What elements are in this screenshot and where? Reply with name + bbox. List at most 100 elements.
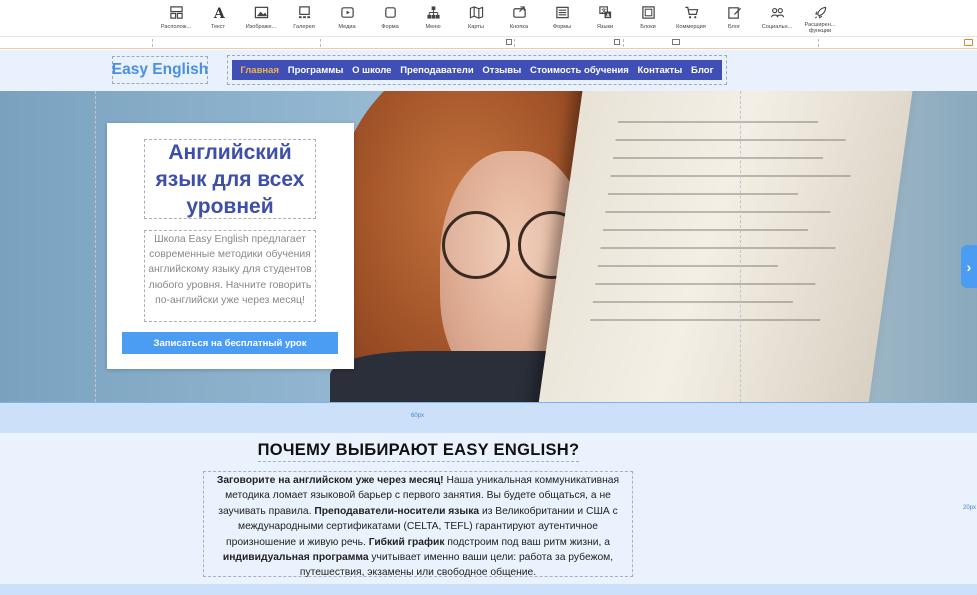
- map-icon: [469, 6, 483, 19]
- toolbar-commerce-button[interactable]: Коммерция: [668, 3, 714, 35]
- toolbar-label: Формы: [552, 24, 572, 30]
- menu-icon: [426, 6, 440, 19]
- toolbar-blocks-button[interactable]: Блоки: [625, 3, 671, 35]
- why-text-part: подстроим под ваш ритм жизни, а: [444, 536, 610, 548]
- hero-section[interactable]: Английский язык для всех уровней Школа E…: [0, 91, 977, 402]
- cart-icon: [684, 6, 698, 19]
- ruler-tick: [152, 39, 153, 47]
- nav-item-blog[interactable]: Блог: [691, 65, 714, 76]
- book-text-line: [602, 229, 809, 231]
- section-bottom-padding: [0, 584, 977, 595]
- editor-toolbar: Располож... A Текст Изображе... Галерея …: [0, 0, 977, 37]
- toolbar-menu-button[interactable]: Меню: [410, 3, 456, 35]
- why-section-inner: ПОЧЕМУ ВЫБИРАЮТ EASY ENGLISH? Заговорите…: [0, 433, 977, 584]
- highlight-flexible-schedule: Гибкий график: [368, 536, 445, 548]
- toolbar-languages-button[interactable]: 文A Языки: [582, 3, 628, 35]
- section-spacing[interactable]: 60px: [0, 402, 977, 433]
- toolbar-label: Текст: [210, 24, 226, 30]
- toolbar-button-button[interactable]: Кнопка: [496, 3, 542, 35]
- toolbar-label: Коммерция: [676, 24, 706, 30]
- ruler-tick: [818, 39, 819, 47]
- book-text-line: [607, 193, 799, 195]
- nav-item-programs[interactable]: Программы: [288, 65, 344, 76]
- site-logo[interactable]: Easy English: [112, 56, 208, 84]
- why-title-text: ПОЧЕМУ ВЫБИРАЮТ EASY ENGLISH?: [257, 441, 580, 462]
- gallery-icon: [298, 6, 310, 19]
- highlight-fast-speaking: Заговорите на английском уже через месяц…: [216, 475, 444, 486]
- toolbar-image-button[interactable]: Изображе...: [238, 3, 284, 35]
- shape-icon: [384, 7, 396, 18]
- nav-item-reviews[interactable]: Отзывы: [482, 65, 521, 76]
- toolbar-label: Блог: [727, 24, 741, 30]
- blocks-icon: [641, 6, 655, 19]
- nav-item-pricing[interactable]: Стоимость обучения: [530, 65, 629, 76]
- free-lesson-button[interactable]: Записаться на бесплатный урок: [122, 332, 338, 354]
- nav-item-home[interactable]: Главная: [240, 65, 279, 76]
- toolbar-advanced-button[interactable]: Расширен... функции: [797, 3, 843, 35]
- book-text-line: [610, 175, 851, 177]
- toolbar-label: Располож...: [160, 24, 192, 30]
- toolbar-gallery-button[interactable]: Галерея: [281, 3, 327, 35]
- spacing-label: 60px: [411, 413, 425, 419]
- toolbar-layout-button[interactable]: Располож...: [153, 3, 199, 35]
- padding-label: 20px: [963, 505, 977, 511]
- laptop-breakpoint-icon[interactable]: [672, 39, 680, 45]
- why-description[interactable]: Заговорите на английском уже через месяц…: [203, 471, 633, 578]
- toolbar-map-button[interactable]: Карты: [453, 3, 499, 35]
- toolbar-forms-button[interactable]: Формы: [539, 3, 585, 35]
- layout-guide: [95, 91, 96, 402]
- layout-icon: [169, 6, 183, 19]
- why-section[interactable]: ПОЧЕМУ ВЫБИРАЮТ EASY ENGLISH? Заговорите…: [0, 433, 977, 595]
- hero-photo-book: [536, 91, 914, 402]
- toolbar-label: Социальн...: [761, 24, 793, 30]
- hero-description[interactable]: Школа Easy English предлагает современны…: [144, 230, 316, 322]
- book-text-line: [605, 211, 831, 213]
- book-text-line: [617, 121, 819, 123]
- hero-card[interactable]: Английский язык для всех уровней Школа E…: [107, 123, 354, 369]
- ruler-tick: [320, 39, 321, 47]
- rocket-icon: [814, 6, 826, 19]
- toolbar-shape-button[interactable]: Форма: [367, 3, 413, 35]
- text-icon: A: [212, 6, 225, 20]
- breakpoint-ruler: [0, 37, 977, 49]
- social-icon: [770, 7, 784, 18]
- form-icon: [555, 6, 569, 19]
- toolbar-label: Меню: [425, 24, 441, 30]
- toolbar-label: Карты: [468, 24, 484, 30]
- book-text-line: [615, 139, 846, 141]
- nav-item-contacts[interactable]: Контакты: [638, 65, 683, 76]
- layout-guide: [740, 91, 741, 402]
- nav-item-about[interactable]: О школе: [352, 65, 391, 76]
- site-header: Easy English Главная Программы О школе П…: [0, 50, 977, 91]
- toolbar-label: Блоки: [640, 24, 656, 30]
- toolbar-text-button[interactable]: A Текст: [195, 3, 241, 35]
- desktop-breakpoint-icon[interactable]: [964, 39, 973, 46]
- toolbar-social-button[interactable]: Социальн...: [754, 3, 800, 35]
- book-text-line: [590, 319, 821, 321]
- svg-text:A: A: [606, 13, 610, 19]
- book-text-line: [597, 265, 779, 267]
- hero-title[interactable]: Английский язык для всех уровней: [144, 139, 316, 219]
- ruler-tick: [514, 39, 515, 47]
- mobile-breakpoint-icon[interactable]: [506, 39, 512, 45]
- toolbar-label: Галерея: [293, 24, 315, 30]
- highlight-individual-program: индивидуальная программа: [222, 552, 369, 564]
- toolbar-label: Расширен... функции: [804, 22, 836, 34]
- highlight-native-teachers: Преподаватели-носители языка: [314, 505, 480, 517]
- book-text-line: [600, 247, 836, 249]
- main-navigation: Главная Программы О школе Преподаватели …: [227, 55, 727, 85]
- book-text-line: [612, 157, 824, 159]
- book-text-line: [592, 301, 793, 303]
- media-icon: [340, 7, 354, 18]
- toolbar-label: Изображе...: [245, 24, 277, 30]
- toolbar-label: Форма: [381, 24, 399, 30]
- toolbar-blog-button[interactable]: Блог: [711, 3, 757, 35]
- why-title[interactable]: ПОЧЕМУ ВЫБИРАЮТ EASY ENGLISH?: [0, 441, 837, 462]
- nav-item-teachers[interactable]: Преподаватели: [400, 65, 473, 76]
- svg-text:A: A: [212, 6, 225, 20]
- toolbar-media-button[interactable]: Медиа: [324, 3, 370, 35]
- glasses-left-lens: [442, 211, 510, 279]
- panel-toggle-chevron-icon[interactable]: ›: [961, 245, 977, 288]
- image-icon: [254, 6, 268, 19]
- tablet-breakpoint-icon[interactable]: [614, 39, 620, 45]
